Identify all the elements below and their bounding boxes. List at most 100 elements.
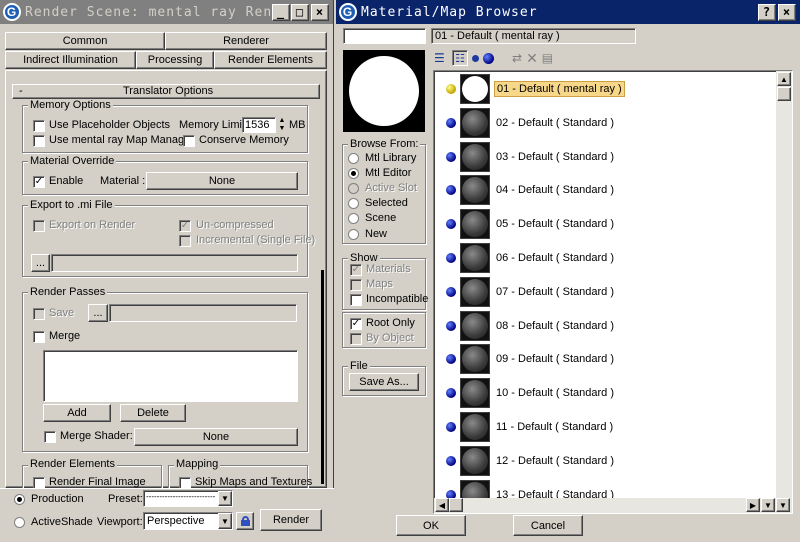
export-browse-button[interactable]: ...: [31, 254, 50, 272]
tab-common[interactable]: Common: [5, 32, 165, 50]
maximize-icon[interactable]: □: [291, 3, 309, 21]
list-vertical-scrollbar[interactable]: ▲: [776, 71, 792, 499]
update-scene-icon[interactable]: ⇄: [512, 51, 522, 65]
browser-titlebar[interactable]: G Material/Map Browser ? ×: [336, 0, 800, 24]
scroll-up-icon[interactable]: ▲: [777, 72, 791, 86]
incremental-checkbox[interactable]: [179, 235, 191, 247]
delete-pass-button[interactable]: Delete: [120, 404, 186, 422]
use-placeholder-label: Use Placeholder Objects: [49, 119, 171, 131]
render-button[interactable]: Render: [260, 509, 322, 531]
show-incompatible-checkbox[interactable]: [350, 294, 362, 306]
current-material-field: 01 - Default ( mental ray ): [431, 28, 636, 44]
production-radio[interactable]: [14, 494, 25, 505]
clear-library-icon[interactable]: ▤: [542, 51, 553, 65]
close-icon[interactable]: ×: [311, 3, 329, 21]
browse-mtl-editor-radio[interactable]: [348, 168, 359, 179]
rollout-collapse-toggle[interactable]: -: [19, 85, 23, 97]
tab-renderer[interactable]: Renderer: [165, 32, 327, 50]
material-list-item[interactable]: 04 - Default ( Standard ): [446, 173, 616, 207]
save-pass-checkbox[interactable]: [33, 308, 45, 320]
material-type-icon: [446, 219, 456, 230]
material-search-input[interactable]: [343, 28, 426, 44]
view-list-icons-icon[interactable]: ☷: [452, 50, 468, 66]
merge-checkbox[interactable]: [33, 331, 45, 343]
minimize-icon[interactable]: _: [272, 3, 290, 21]
material-list-item[interactable]: 08 - Default ( Standard ): [446, 309, 616, 343]
material-list-item[interactable]: 06 - Default ( Standard ): [446, 241, 616, 275]
browse-scene-label: Scene: [365, 212, 397, 224]
view-small-icons-icon[interactable]: [472, 54, 479, 62]
render-scene-titlebar[interactable]: G Render Scene: mental ray Rend _ □ ×: [0, 0, 333, 24]
material-sphere-icon: [462, 143, 488, 170]
material-list[interactable]: 01 - Default ( mental ray ) 02 - Default …: [433, 70, 793, 514]
viewport-dropdown[interactable]: Perspective ▼: [143, 512, 233, 530]
preset-dropdown-arrow-icon[interactable]: ▼: [218, 491, 232, 506]
translator-options-rollout-header[interactable]: - Translator Options: [12, 84, 320, 99]
conserve-memory-checkbox[interactable]: [183, 135, 195, 147]
override-enable-checkbox[interactable]: ✓: [33, 176, 45, 188]
preset-dropdown[interactable]: -------------------------- ▼: [143, 490, 233, 507]
pass-path-field[interactable]: [109, 304, 297, 322]
pass-browse-button[interactable]: ...: [88, 304, 108, 322]
scroll-thumb[interactable]: [777, 87, 791, 101]
panel-scrollbar[interactable]: [321, 270, 324, 484]
hscroll-thumb[interactable]: [449, 498, 463, 512]
list-horizontal-scrollbar[interactable]: ◀ ▶ ▼ ▼: [434, 498, 792, 513]
scroll-right-icon[interactable]: ▶: [746, 498, 760, 512]
show-maps-checkbox[interactable]: [350, 279, 362, 291]
browse-scene-radio[interactable]: [348, 213, 359, 224]
merge-list[interactable]: [43, 350, 298, 402]
scroll-left-icon[interactable]: ◀: [435, 498, 449, 512]
merge-label: Merge: [49, 330, 81, 342]
browse-selected-radio[interactable]: [348, 198, 359, 209]
browser-close-icon[interactable]: ×: [778, 3, 796, 21]
memory-limit-spinner[interactable]: ▲ ▼: [277, 117, 287, 133]
app-logo-icon: G: [3, 3, 21, 21]
export-mi-title: Export to .mi File: [28, 199, 115, 211]
tab-render-elements[interactable]: Render Elements: [214, 51, 327, 69]
browse-new-radio[interactable]: [348, 229, 359, 240]
material-name: 01 - Default ( mental ray ): [494, 81, 625, 97]
tab-indirect-illumination[interactable]: Indirect Illumination: [5, 51, 136, 69]
scroll-down-icon[interactable]: ▼: [761, 498, 775, 512]
material-list-item[interactable]: 02 - Default ( Standard ): [446, 106, 616, 140]
material-list-item[interactable]: 12 - Default ( Standard ): [446, 444, 616, 478]
merge-shader-button[interactable]: None: [134, 428, 298, 446]
tab-processing[interactable]: Processing: [136, 51, 214, 69]
material-list-item[interactable]: 11 - Default ( Standard ): [446, 410, 615, 444]
scroll-down-end-icon[interactable]: ▼: [776, 498, 790, 512]
show-materials-checkbox[interactable]: ✓: [350, 264, 362, 276]
viewport-dropdown-arrow-icon[interactable]: ▼: [218, 513, 232, 529]
material-list-item[interactable]: 01 - Default ( mental ray ): [446, 72, 625, 106]
root-only-label: Root Only: [366, 317, 415, 329]
root-only-checkbox[interactable]: ✓: [350, 318, 362, 330]
material-list-item[interactable]: 10 - Default ( Standard ): [446, 376, 616, 410]
export-path-field[interactable]: [51, 254, 298, 272]
activeshade-radio[interactable]: [14, 517, 25, 528]
uncompressed-checkbox[interactable]: ✓: [179, 220, 191, 232]
material-list-item[interactable]: 09 - Default ( Standard ): [446, 342, 616, 376]
merge-shader-checkbox[interactable]: [44, 431, 56, 443]
material-list-item[interactable]: 07 - Default ( Standard ): [446, 275, 616, 309]
view-list-icon[interactable]: ☰: [434, 51, 448, 65]
save-as-button[interactable]: Save As...: [349, 373, 419, 391]
override-material-button[interactable]: None: [146, 172, 298, 190]
memory-limit-input[interactable]: 1536: [242, 117, 276, 133]
material-list-item[interactable]: 03 - Default ( Standard ): [446, 140, 616, 174]
add-pass-button[interactable]: Add: [43, 404, 111, 422]
material-name: 06 - Default ( Standard ): [496, 252, 615, 264]
material-list-item[interactable]: 05 - Default ( Standard ): [446, 207, 616, 241]
by-object-checkbox[interactable]: [350, 333, 362, 345]
delete-icon[interactable]: ✕: [526, 50, 538, 67]
show-incompatible-label: Incompatible: [366, 293, 429, 305]
view-large-icons-icon[interactable]: [483, 52, 494, 64]
browse-mtl-library-radio[interactable]: [348, 153, 359, 164]
use-placeholder-checkbox[interactable]: [33, 120, 45, 132]
lock-viewport-button[interactable]: [236, 512, 254, 530]
export-on-render-checkbox[interactable]: [33, 220, 45, 232]
browse-active-slot-radio[interactable]: [348, 183, 359, 194]
help-icon[interactable]: ?: [758, 3, 776, 21]
use-map-manager-checkbox[interactable]: [33, 135, 45, 147]
ok-button[interactable]: OK: [396, 515, 466, 536]
cancel-button[interactable]: Cancel: [513, 515, 583, 536]
